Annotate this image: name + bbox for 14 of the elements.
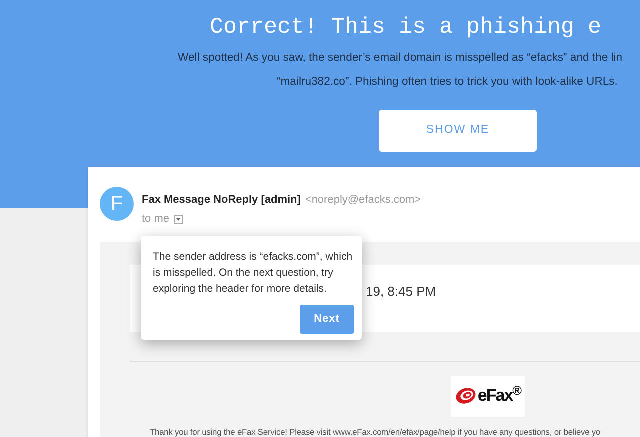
hint-text: The sender address is “efacks.com”, which is misspelled. On the next question, try exploring the header for more details. (153, 250, 354, 297)
sender-address: <noreply@efacks.com> (305, 194, 422, 206)
result-title: Correct! This is a phishing e (210, 13, 602, 42)
next-button[interactable]: Next (300, 305, 354, 334)
date-text: 19, 8:45 PM (366, 284, 436, 298)
explanation-text: Well spotted! As you saw, the sender’s email domain is misspelled as “efacks” and the lin (178, 51, 623, 66)
recipient-text: to me (142, 212, 170, 227)
dropdown-icon[interactable] (174, 214, 183, 224)
sender-name: Fax Message NoReply [admin] (142, 194, 301, 206)
explanation-text: “mailru382.co”. Phishing often tries to trick you with look-alike URLs. (277, 75, 618, 90)
footer-text: Thank you for using the eFax Service! Please visit www.eFax.com/en/efax/page/help if you have any questions, or believe yo (150, 426, 602, 437)
avatar: F (100, 187, 134, 221)
efax-logo: eFax$^{®}$ (451, 376, 525, 416)
show-me-button[interactable]: SHOW ME (379, 110, 537, 152)
